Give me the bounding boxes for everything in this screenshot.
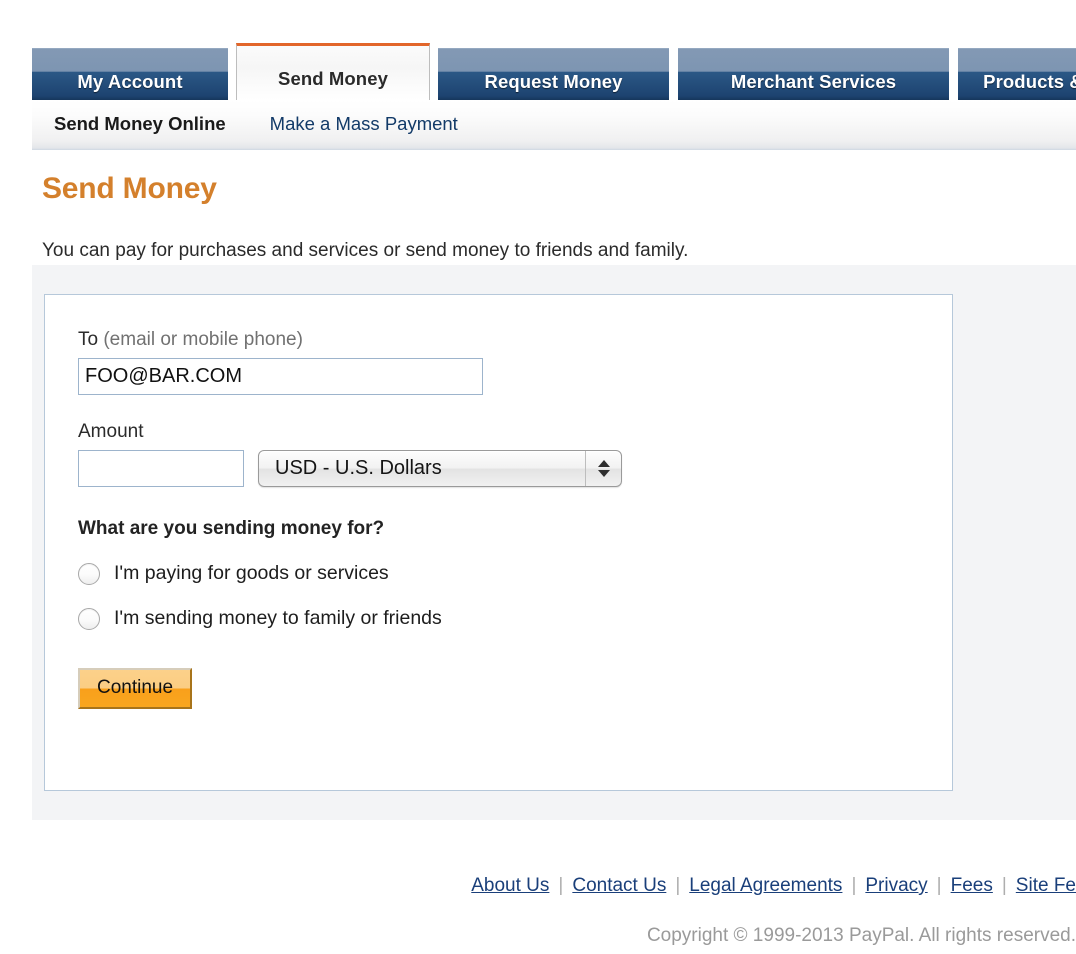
tab-separator: [669, 48, 678, 100]
main-content: Send Money You can pay for purchases and…: [32, 150, 1076, 820]
footer-link-contact-us[interactable]: Contact Us: [572, 875, 666, 897]
tab-label: My Account: [77, 71, 183, 92]
amount-field-group: Amount USD - U.S. Dollars: [78, 421, 952, 487]
continue-button[interactable]: Continue: [78, 668, 193, 709]
tab-separator: [430, 48, 438, 100]
tab-separator: [228, 48, 236, 100]
footer-link-fees[interactable]: Fees: [951, 875, 993, 897]
paypal-send-money-page: My Account Send Money Request Money Merc…: [0, 0, 1076, 954]
page-title: Send Money: [42, 172, 217, 205]
stepper-arrows-icon: [585, 451, 621, 486]
purpose-question: What are you sending money for?: [78, 518, 385, 539]
to-field-label: To (email or mobile phone): [78, 329, 952, 351]
tab-request-money[interactable]: Request Money: [438, 48, 669, 100]
copyright-text: Copyright © 1999-2013 PayPal. All rights…: [646, 925, 1076, 946]
to-label-text: To: [78, 329, 99, 350]
tab-separator: [949, 48, 958, 100]
purpose-option-label: I'm sending money to family or friends: [114, 607, 442, 629]
footer-separator: |: [558, 875, 564, 896]
tab-label: Request Money: [484, 71, 623, 92]
page-footer: About Us | Contact Us | Legal Agreements…: [0, 820, 1076, 954]
currency-select[interactable]: USD - U.S. Dollars: [258, 450, 622, 487]
page-intro-text: You can pay for purchases and services o…: [42, 240, 689, 261]
subnav-item-send-money-online[interactable]: Send Money Online: [54, 113, 226, 135]
footer-separator: |: [936, 875, 942, 896]
tab-label: Send Money: [278, 68, 388, 89]
purpose-option-family-or-friends[interactable]: I'm sending money to family or friends: [78, 607, 952, 630]
tab-my-account[interactable]: My Account: [32, 48, 228, 100]
primary-tab-bar: My Account Send Money Request Money Merc…: [32, 43, 1076, 100]
amount-input[interactable]: [78, 450, 244, 487]
footer-link-legal-agreements[interactable]: Legal Agreements: [689, 875, 842, 897]
tab-label: Products &: [983, 71, 1076, 92]
radio-icon[interactable]: [78, 607, 100, 630]
to-label-hint: (email or mobile phone): [103, 329, 303, 350]
footer-link-privacy[interactable]: Privacy: [865, 875, 927, 897]
footer-separator: |: [851, 875, 857, 896]
send-money-form-panel: To (email or mobile phone) Amount USD - …: [44, 294, 953, 791]
tab-merchant-services[interactable]: Merchant Services: [678, 48, 949, 100]
chevron-down-icon: [597, 470, 610, 477]
secondary-nav-bar: Send Money Online Make a Mass Payment: [32, 100, 1076, 150]
amount-field-label: Amount: [78, 421, 144, 442]
to-input[interactable]: [78, 358, 483, 395]
footer-separator: |: [675, 875, 681, 896]
purpose-option-label: I'm paying for goods or services: [114, 562, 389, 584]
footer-link-list: About Us | Contact Us | Legal Agreements…: [0, 875, 1076, 897]
subnav-item-make-a-mass-payment[interactable]: Make a Mass Payment: [270, 113, 458, 135]
currency-select-value: USD - U.S. Dollars: [275, 457, 442, 479]
purpose-option-goods-or-services[interactable]: I'm paying for goods or services: [78, 562, 952, 585]
tab-send-money[interactable]: Send Money: [236, 43, 430, 100]
chevron-up-icon: [597, 460, 610, 467]
footer-separator: |: [1001, 875, 1007, 896]
tab-label: Merchant Services: [730, 71, 897, 92]
tab-products-and-services[interactable]: Products &: [958, 48, 1076, 100]
radio-icon[interactable]: [78, 562, 100, 585]
footer-link-about-us[interactable]: About Us: [471, 875, 549, 897]
footer-link-site-feedback[interactable]: Site Fe: [1016, 875, 1076, 897]
